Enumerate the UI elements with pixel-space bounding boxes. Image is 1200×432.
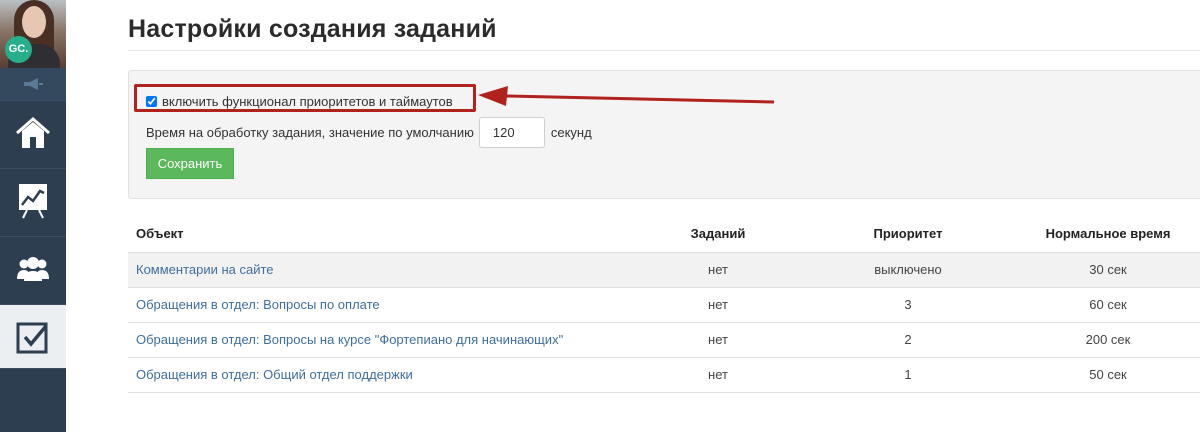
sidebar-item-users[interactable] bbox=[0, 236, 66, 300]
tasks-count: нет bbox=[628, 252, 808, 288]
timeout-input[interactable] bbox=[478, 116, 545, 148]
task-table: Объект Заданий Приоритет Нормальное врем… bbox=[128, 216, 1200, 393]
timeout-label: Время на обработку задания, значение по … bbox=[146, 124, 474, 140]
normal-time-value: 50 сек bbox=[1008, 357, 1200, 393]
highlight-annotation-box bbox=[134, 84, 476, 112]
normal-time-value: 200 сек bbox=[1008, 322, 1200, 358]
users-icon bbox=[17, 256, 49, 281]
priority-value: 3 bbox=[808, 287, 1008, 323]
avatar-face bbox=[22, 6, 46, 38]
sidebar-item-home[interactable] bbox=[0, 100, 66, 164]
sidebar-item-statistics[interactable] bbox=[0, 168, 66, 232]
object-link[interactable]: Комментарии на сайте bbox=[128, 252, 628, 288]
home-icon bbox=[16, 116, 50, 148]
priority-value: 1 bbox=[808, 357, 1008, 393]
sidebar-item-more[interactable] bbox=[0, 368, 66, 432]
title-divider bbox=[128, 50, 1200, 51]
tasks-count: нет bbox=[628, 357, 808, 393]
page-title: Настройки создания заданий bbox=[128, 15, 497, 43]
tasks-checkbox-icon bbox=[16, 322, 48, 353]
object-link[interactable]: Обращения в отдел: Общий отдел поддержки bbox=[128, 357, 628, 393]
table-header-row: Объект Заданий Приоритет Нормальное врем… bbox=[128, 216, 1200, 253]
normal-time-value: 60 сек bbox=[1008, 287, 1200, 323]
column-header-priority: Приоритет bbox=[808, 216, 1008, 253]
object-link[interactable]: Обращения в отдел: Вопросы на курсе "Фор… bbox=[128, 322, 628, 358]
normal-time-value: 30 сек bbox=[1008, 252, 1200, 288]
chart-icon bbox=[19, 183, 47, 218]
timeout-unit: секунд bbox=[550, 124, 592, 140]
priority-value: 2 bbox=[808, 322, 1008, 358]
main-content: Настройки создания заданий включить функ… bbox=[66, 0, 1200, 393]
avatar-initials-badge: GC. bbox=[5, 36, 32, 63]
table-row: Обращения в отдел: Вопросы по оплате нет… bbox=[128, 287, 1200, 323]
megaphone-icon bbox=[24, 78, 43, 90]
announcements-button[interactable] bbox=[0, 68, 66, 100]
table-row: Обращения в отдел: Общий отдел поддержки… bbox=[128, 357, 1200, 393]
tasks-count: нет bbox=[628, 287, 808, 323]
table-row: Обращения в отдел: Вопросы на курсе "Фор… bbox=[128, 322, 1200, 358]
object-link[interactable]: Обращения в отдел: Вопросы по оплате bbox=[128, 287, 628, 323]
annotation-arrow-icon bbox=[478, 86, 775, 106]
column-header-normal-time: Нормальное время bbox=[1008, 216, 1200, 253]
table-row: Комментарии на сайте нет выключено 30 се… bbox=[128, 252, 1200, 288]
tasks-count: нет bbox=[628, 322, 808, 358]
timeout-setting: Время на обработку задания, значение по … bbox=[146, 116, 592, 148]
sidebar-item-tasks[interactable] bbox=[0, 304, 66, 368]
avatar[interactable]: GC. bbox=[0, 0, 66, 68]
save-button[interactable]: Сохранить bbox=[146, 148, 234, 179]
sidebar: GC. bbox=[0, 0, 66, 432]
column-header-object: Объект bbox=[128, 216, 628, 253]
priority-value: выключено bbox=[808, 252, 1008, 288]
column-header-tasks: Заданий bbox=[628, 216, 808, 253]
